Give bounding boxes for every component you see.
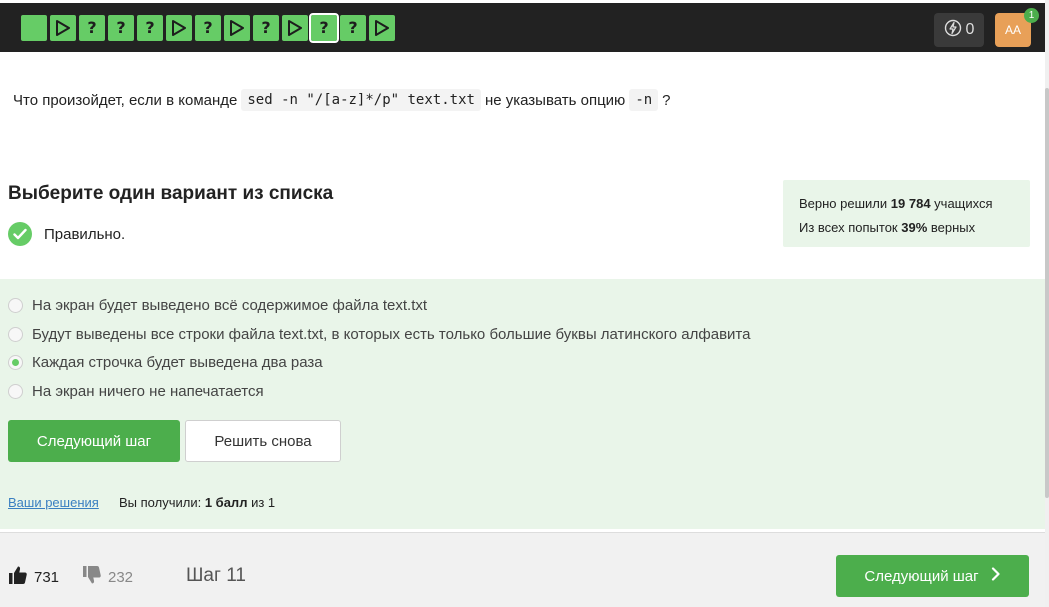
- step-text-1[interactable]: [21, 15, 47, 41]
- energy-count: 0: [965, 21, 975, 38]
- score-suffix: из 1: [251, 495, 276, 510]
- step-video-10[interactable]: [282, 15, 308, 41]
- play-icon: [375, 20, 389, 36]
- question-mark-icon: ?: [145, 18, 155, 37]
- question-mark-icon: ?: [203, 18, 213, 37]
- stats-solved-count: 19 784: [890, 196, 931, 211]
- answer-option[interactable]: На экран будет выведено всё содержимое ф…: [8, 297, 427, 314]
- answer-label: Каждая строчка будет выведена два раза: [32, 354, 323, 371]
- step-question-4[interactable]: ?: [108, 15, 134, 41]
- step-question-12[interactable]: ?: [340, 15, 366, 41]
- stats-attempts-percent: 39%: [901, 220, 928, 235]
- option-code: -n: [629, 89, 659, 111]
- answer-option[interactable]: На экран ничего не напечатается: [8, 383, 264, 400]
- step-video-2[interactable]: [50, 15, 76, 41]
- scrollbar-thumb[interactable]: [1045, 88, 1049, 498]
- radio-button[interactable]: [8, 384, 23, 399]
- step-question-3[interactable]: ?: [79, 15, 105, 41]
- result-text: Правильно.: [44, 225, 126, 243]
- lightning-icon: [944, 19, 962, 42]
- question-suffix: ?: [662, 91, 671, 109]
- dislike-count: 232: [108, 568, 134, 586]
- answer-option[interactable]: Будут выведены все строки файла text.txt…: [8, 326, 750, 343]
- question-prefix: Что произойдет, если в команде: [13, 91, 238, 109]
- next-step-button[interactable]: Следующий шаг: [8, 420, 180, 462]
- question-middle: не указывать опцию: [484, 91, 626, 109]
- step-video-13[interactable]: [369, 15, 395, 41]
- quiz-title: Выберите один вариант из списка: [8, 183, 334, 204]
- question-mark-icon: ?: [87, 18, 97, 37]
- scrollbar[interactable]: [1045, 0, 1049, 607]
- score-text: Вы получили: 1 балл из 1: [119, 495, 275, 510]
- step-label: Шаг 11: [186, 565, 246, 586]
- avatar-initials: AA: [1004, 23, 1021, 37]
- dislike-button[interactable]: 232: [82, 565, 133, 589]
- answers-panel: На экран будет выведено всё содержимое ф…: [0, 279, 1045, 529]
- result-status: Правильно.: [8, 222, 125, 246]
- like-button[interactable]: 731: [8, 565, 59, 589]
- energy-counter[interactable]: 0: [934, 13, 984, 47]
- question-mark-icon: ?: [116, 18, 126, 37]
- thumbs-down-icon: [82, 565, 102, 589]
- stats-box: Верно решили 19 784 учащихся Из всех поп…: [783, 180, 1030, 247]
- answer-label: На экран будет выведено всё содержимое ф…: [32, 297, 428, 314]
- stats-solved: Верно решили 19 784 учащихся: [799, 192, 1014, 216]
- footer-next-label: Следующий шаг: [864, 567, 979, 585]
- question-text: Что произойдет, если в команде sed -n "/…: [13, 89, 671, 111]
- step-navigation: ???????: [21, 13, 395, 43]
- play-icon: [230, 20, 244, 36]
- question-mark-icon: ?: [348, 18, 358, 37]
- footer-bar: 731 232 Шаг 11 Следующий шаг: [0, 532, 1045, 607]
- top-bar: ??????? 0 AA 1: [0, 0, 1045, 52]
- answer-label: На экран ничего не напечатается: [32, 383, 264, 400]
- step-question-11[interactable]: ?: [309, 13, 339, 43]
- radio-button-selected[interactable]: [8, 355, 23, 370]
- retry-button[interactable]: Решить снова: [185, 420, 341, 462]
- thumbs-up-icon: [8, 565, 28, 589]
- stats-attempts: Из всех попыток 39% верных: [799, 216, 1014, 240]
- notification-badge: 1: [1024, 8, 1039, 23]
- step-video-8[interactable]: [224, 15, 250, 41]
- stats-attempts-prefix: Из всех попыток: [799, 220, 898, 235]
- score-value: 1 балл: [204, 495, 248, 510]
- step-question-5[interactable]: ?: [137, 15, 163, 41]
- score-prefix: Вы получили:: [119, 495, 202, 510]
- step-video-6[interactable]: [166, 15, 192, 41]
- your-solutions-link[interactable]: Ваши решения: [8, 495, 99, 510]
- play-icon: [288, 20, 302, 36]
- play-icon: [172, 20, 186, 36]
- notification-count: 1: [1028, 10, 1035, 21]
- question-mark-icon: ?: [261, 18, 271, 37]
- like-count: 731: [34, 568, 60, 586]
- step-question-7[interactable]: ?: [195, 15, 221, 41]
- radio-button[interactable]: [8, 327, 23, 342]
- play-icon: [56, 20, 70, 36]
- stats-solved-suffix: учащихся: [934, 196, 993, 211]
- radio-button[interactable]: [8, 298, 23, 313]
- stats-attempts-suffix: верных: [930, 220, 976, 235]
- answer-option[interactable]: Каждая строчка будет выведена два раза: [8, 354, 323, 371]
- chevron-right-icon: [991, 567, 1001, 585]
- footer-next-step-button[interactable]: Следующий шаг: [836, 555, 1029, 597]
- check-icon: [8, 222, 32, 246]
- step-question-9[interactable]: ?: [253, 15, 279, 41]
- stats-solved-prefix: Верно решили: [799, 196, 888, 211]
- answer-label: Будут выведены все строки файла text.txt…: [32, 326, 751, 343]
- command-code: sed -n "/[a-z]*/p" text.txt: [241, 89, 481, 111]
- question-mark-icon: ?: [319, 18, 329, 37]
